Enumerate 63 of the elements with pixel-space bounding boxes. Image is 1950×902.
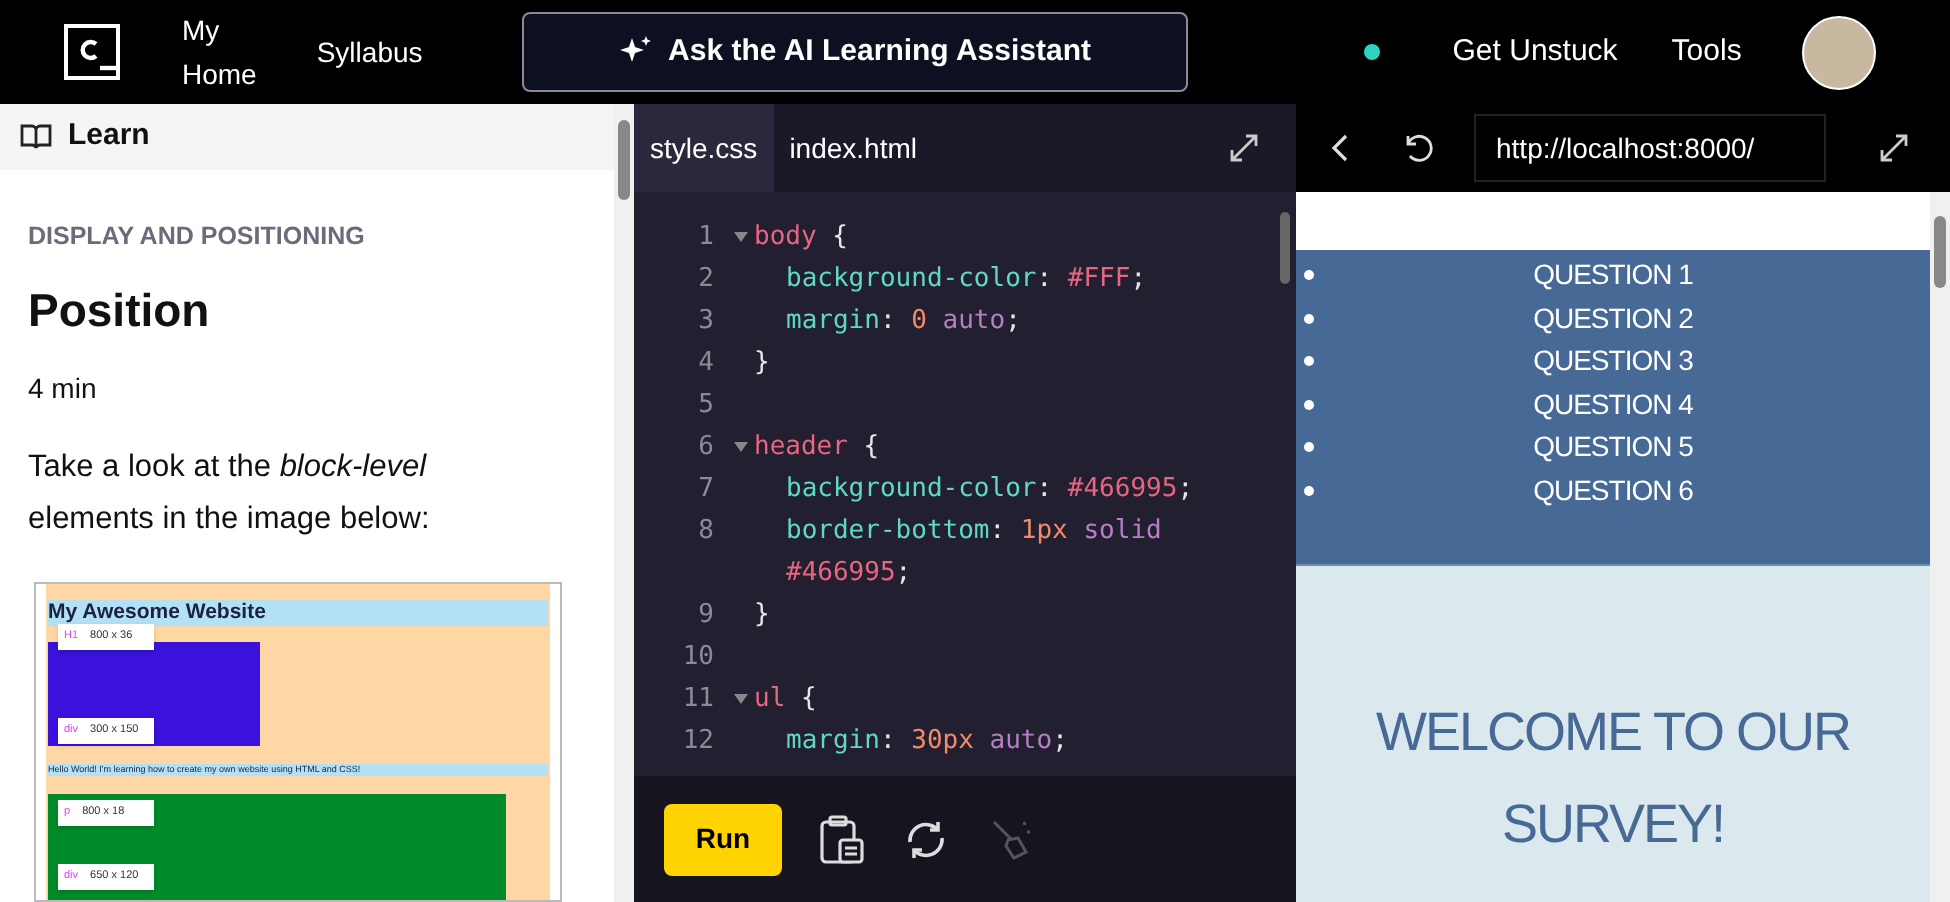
back-icon[interactable] xyxy=(1328,132,1352,164)
nav-link[interactable]: Get Unstuck xyxy=(1452,29,1618,75)
bullet-icon xyxy=(1304,270,1314,281)
avatar[interactable] xyxy=(1801,15,1876,89)
scrollbar[interactable] xyxy=(1930,192,1950,902)
nav-link[interactable]: Tools xyxy=(1671,29,1742,75)
bullet-icon xyxy=(1304,485,1314,496)
fold-arrow-icon[interactable] xyxy=(733,442,747,452)
code-line: body { xyxy=(754,222,848,252)
line-number: 12 xyxy=(680,724,716,760)
line-number: 3 xyxy=(696,304,716,340)
code-line: header { xyxy=(754,432,880,462)
scrollbar[interactable] xyxy=(614,104,634,902)
line-number: 7 xyxy=(696,472,716,508)
fold-arrow-icon[interactable] xyxy=(733,694,747,704)
bullet-icon xyxy=(1304,399,1314,410)
bullet-icon xyxy=(1304,313,1314,324)
code-line: } xyxy=(754,348,770,378)
code-line: } xyxy=(754,600,770,630)
code-line: margin: 0 auto; xyxy=(786,306,1021,336)
page-heading: WELCOME TO OUR SURVEY! xyxy=(1373,700,1853,858)
code-line: ul { xyxy=(754,684,817,714)
bullet-icon xyxy=(1304,356,1314,367)
nav-link[interactable]: QUESTION 1 xyxy=(1533,254,1693,297)
line-number: 4 xyxy=(696,346,716,382)
code-line: margin: 30px auto; xyxy=(786,726,1068,756)
nav-link[interactable]: QUESTION 6 xyxy=(1533,469,1693,512)
run-button[interactable]: Run xyxy=(664,803,782,875)
panel-title: Learn xyxy=(68,116,150,157)
line-number: 2 xyxy=(696,262,716,298)
line-number: 11 xyxy=(680,682,716,718)
expand-icon[interactable] xyxy=(1878,132,1910,164)
bullet-icon xyxy=(1304,442,1314,453)
expand-icon[interactable] xyxy=(1228,132,1260,164)
lesson-title: Position xyxy=(28,281,212,339)
nav-link[interactable]: Syllabus xyxy=(316,30,423,74)
fold-arrow-icon[interactable] xyxy=(733,232,747,242)
line-number: 9 xyxy=(696,598,716,634)
ai-assistant-button[interactable]: Ask the AI Learning Assistant xyxy=(522,12,1189,92)
scrollbar-thumb[interactable] xyxy=(1280,212,1290,284)
refresh-icon[interactable] xyxy=(1402,132,1434,164)
site-title: My Awesome Website xyxy=(48,600,548,626)
url-field[interactable]: http://localhost:8000/ xyxy=(1474,114,1826,182)
section-label: DISPLAY AND POSITIONING xyxy=(28,219,367,254)
nav-link[interactable]: QUESTION 2 xyxy=(1533,297,1693,340)
nav-link[interactable]: My Home xyxy=(182,8,257,96)
file-tab[interactable]: style.css xyxy=(634,104,774,192)
code-line: background-color: #466995; xyxy=(786,474,1194,504)
line-number: 5 xyxy=(696,388,716,424)
book-icon xyxy=(20,122,52,151)
logo-icon[interactable] xyxy=(64,24,120,80)
line-number: 8 xyxy=(696,514,716,550)
nav-link[interactable]: QUESTION 5 xyxy=(1533,426,1693,469)
clipboard-icon[interactable] xyxy=(818,813,866,865)
duration: 4 min xyxy=(28,370,99,408)
nav-link[interactable]: QUESTION 3 xyxy=(1533,340,1693,383)
lesson-paragraph: Take a look at the block-level elements in the image below: xyxy=(28,448,432,540)
line-number: 6 xyxy=(696,430,716,466)
code-line: border-bottom: 1px solid #466995; xyxy=(786,516,1164,588)
line-number: 1 xyxy=(696,220,716,256)
nav-link[interactable]: QUESTION 4 xyxy=(1533,383,1693,426)
code-line: background-color: #FFF; xyxy=(786,264,1147,294)
line-number: 10 xyxy=(680,640,716,676)
